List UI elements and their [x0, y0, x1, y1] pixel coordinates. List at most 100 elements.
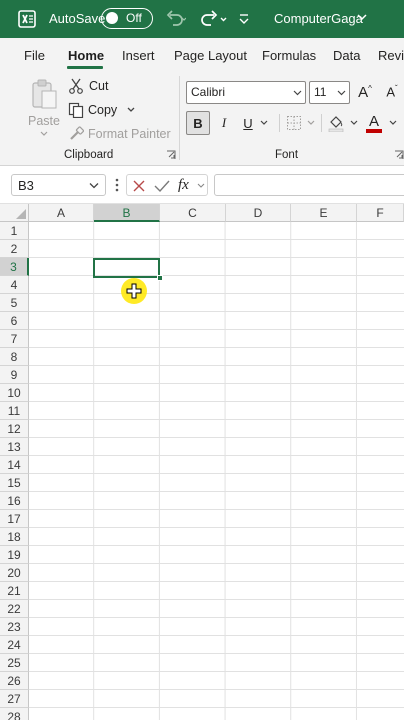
row-header-2[interactable]: 2 — [0, 240, 29, 258]
column-header-c[interactable]: C — [160, 204, 226, 222]
copy-icon — [68, 102, 84, 118]
dialog-launcher-icon[interactable] — [394, 150, 404, 160]
borders-button[interactable] — [284, 111, 318, 135]
excel-logo-icon — [18, 10, 36, 28]
row-header-8[interactable]: 8 — [0, 348, 29, 366]
row-header-7[interactable]: 7 — [0, 330, 29, 348]
enter-check-icon[interactable] — [154, 179, 170, 193]
column-header-a[interactable]: A — [29, 204, 94, 222]
autosave-toggle[interactable]: Off — [101, 8, 153, 29]
tab-insert[interactable]: Insert — [122, 48, 155, 63]
font-name-dropdown[interactable]: Calibri — [186, 81, 306, 104]
row-header-24[interactable]: 24 — [0, 636, 29, 654]
active-tab-indicator — [67, 66, 103, 69]
italic-button[interactable]: I — [214, 111, 234, 135]
underline-button[interactable]: U — [238, 111, 274, 135]
row-header-20[interactable]: 20 — [0, 564, 29, 582]
column-header-e[interactable]: E — [291, 204, 357, 222]
font-size-value: 11 — [314, 85, 327, 99]
chevron-down-icon — [197, 183, 205, 188]
ribbon-tabs: File Home Insert Page Layout Formulas Da… — [0, 38, 404, 72]
row-header-17[interactable]: 17 — [0, 510, 29, 528]
row-header-3[interactable]: 3 — [0, 258, 29, 276]
tab-review[interactable]: Revi — [378, 48, 404, 63]
copy-button[interactable]: Copy — [68, 100, 137, 120]
tab-file[interactable]: File — [24, 48, 45, 63]
increase-font-size-button[interactable]: A^ — [355, 82, 375, 102]
chevron-down-icon[interactable] — [356, 11, 368, 23]
chevron-down-icon — [293, 90, 302, 96]
ribbon: Paste Cut Copy Format Painter Clipboard — [0, 72, 404, 166]
row-header-14[interactable]: 14 — [0, 456, 29, 474]
tab-home[interactable]: Home — [68, 48, 104, 63]
tab-data[interactable]: Data — [333, 48, 360, 63]
more-vertical-icon[interactable] — [114, 178, 120, 192]
name-box[interactable]: B3 — [11, 174, 106, 196]
scissors-icon — [69, 78, 83, 94]
cancel-icon[interactable] — [132, 179, 146, 193]
bold-button[interactable]: B — [186, 111, 210, 135]
increase-font-icon: A^ — [358, 83, 372, 101]
row-header-28[interactable]: 28 — [0, 708, 29, 720]
fill-color-button[interactable] — [326, 111, 360, 135]
document-title[interactable]: ComputerGaga — [274, 11, 363, 26]
row-header-15[interactable]: 15 — [0, 474, 29, 492]
autosave-state: Off — [126, 11, 142, 25]
row-header-6[interactable]: 6 — [0, 312, 29, 330]
row-header-25[interactable]: 25 — [0, 654, 29, 672]
row-header-10[interactable]: 10 — [0, 384, 29, 402]
decrease-font-size-button[interactable]: Aˇ — [381, 82, 403, 102]
row-header-5[interactable]: 5 — [0, 294, 29, 312]
formula-input[interactable] — [214, 174, 404, 196]
row-header-4[interactable]: 4 — [0, 276, 29, 294]
format-painter-button[interactable]: Format Painter — [68, 124, 171, 144]
paint-bucket-icon — [328, 116, 344, 132]
customize-dropdown-icon — [239, 14, 249, 24]
row-header-21[interactable]: 21 — [0, 582, 29, 600]
group-separator — [179, 76, 180, 160]
copy-dropdown-icon[interactable] — [125, 105, 137, 115]
separator — [279, 114, 280, 132]
formula-bar: B3 fx — [0, 166, 404, 204]
dialog-launcher-icon[interactable] — [166, 150, 176, 160]
insert-function-button[interactable]: fx — [178, 177, 189, 194]
chevron-down-icon — [350, 120, 358, 125]
toggle-knob — [106, 12, 118, 24]
row-header-16[interactable]: 16 — [0, 492, 29, 510]
row-header-9[interactable]: 9 — [0, 366, 29, 384]
customize-quick-access-button[interactable] — [238, 8, 250, 30]
row-header-19[interactable]: 19 — [0, 546, 29, 564]
font-size-dropdown[interactable]: 11 — [309, 81, 350, 104]
row-header-18[interactable]: 18 — [0, 528, 29, 546]
row-header-27[interactable]: 27 — [0, 690, 29, 708]
redo-button[interactable] — [200, 8, 228, 30]
column-header-f[interactable]: F — [357, 204, 404, 222]
cut-button[interactable]: Cut — [68, 76, 108, 96]
row-header-12[interactable]: 12 — [0, 420, 29, 438]
tab-page-layout[interactable]: Page Layout — [174, 48, 247, 63]
name-box-value: B3 — [18, 178, 34, 193]
column-header-d[interactable]: D — [226, 204, 291, 222]
cell-grid[interactable] — [29, 222, 404, 720]
title-bar: AutoSave Off ComputerGaga — [0, 0, 404, 38]
clipboard-group-label: Clipboard — [64, 149, 114, 161]
row-header-1[interactable]: 1 — [0, 222, 29, 240]
undo-button[interactable] — [164, 8, 186, 30]
paste-dropdown-icon — [40, 131, 48, 136]
paintbrush-icon — [70, 126, 84, 140]
row-header-11[interactable]: 11 — [0, 402, 29, 420]
row-header-22[interactable]: 22 — [0, 600, 29, 618]
font-color-button[interactable]: A — [364, 111, 400, 135]
select-all-corner[interactable] — [0, 204, 29, 222]
fill-handle[interactable] — [157, 275, 163, 281]
active-cell-b3[interactable] — [93, 258, 160, 278]
paste-button[interactable]: Paste — [26, 76, 62, 140]
cut-label: Cut — [89, 79, 109, 93]
row-header-23[interactable]: 23 — [0, 618, 29, 636]
row-header-13[interactable]: 13 — [0, 438, 29, 456]
chevron-down-icon — [89, 183, 99, 189]
tab-formulas[interactable]: Formulas — [262, 48, 316, 63]
copy-label: Copy — [88, 103, 118, 117]
row-header-26[interactable]: 26 — [0, 672, 29, 690]
column-header-b[interactable]: B — [94, 204, 160, 222]
